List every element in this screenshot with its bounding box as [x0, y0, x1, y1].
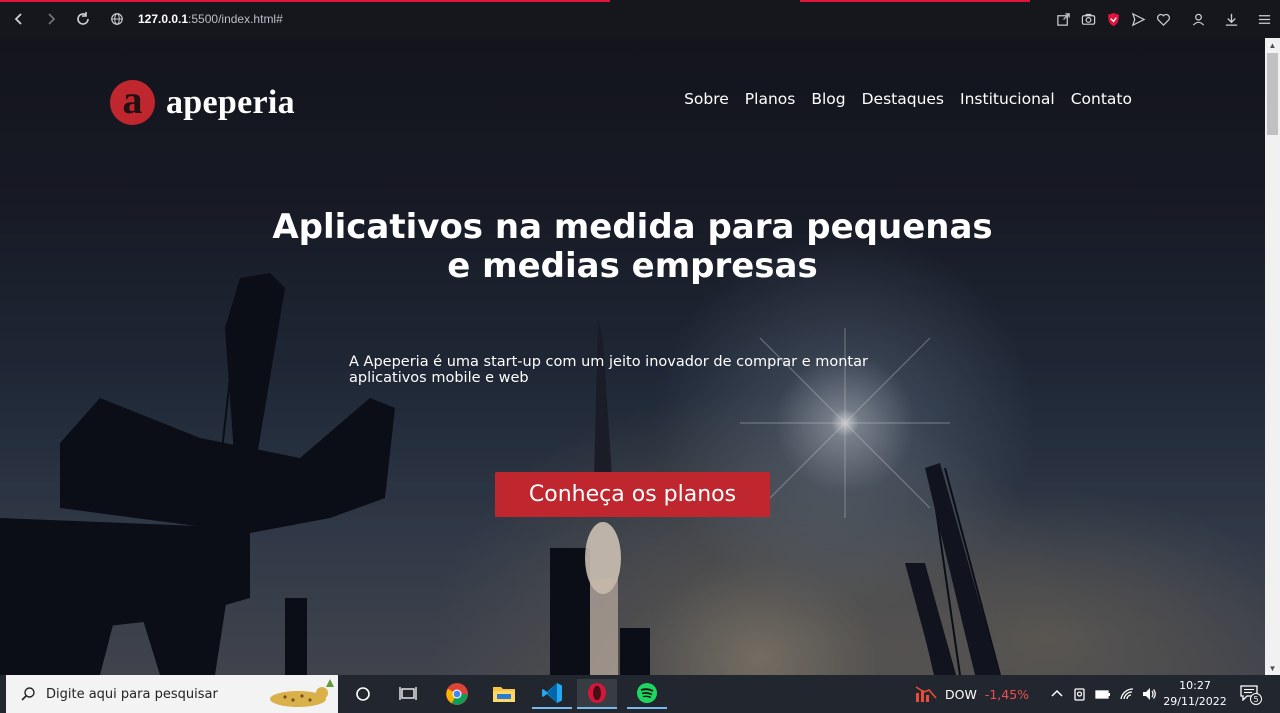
chevron-up-icon[interactable] — [1049, 686, 1065, 702]
address-bar[interactable]: 127.0.0.1:5500/index.html# — [110, 12, 283, 26]
send-icon[interactable] — [1130, 11, 1146, 27]
notification-count: 5 — [1250, 693, 1262, 705]
meet-now-icon[interactable] — [1072, 686, 1088, 702]
reload-icon[interactable] — [72, 8, 94, 30]
main-nav: Sobre Planos Blog Destaques Instituciona… — [684, 90, 1132, 108]
scroll-down-icon[interactable]: ▼ — [1265, 661, 1280, 675]
scroll-up-icon[interactable]: ▲ — [1265, 38, 1280, 52]
cortana-icon[interactable] — [343, 679, 383, 709]
clock-time: 10:27 — [1179, 679, 1211, 692]
taskbar-search[interactable]: Digite aqui para pesquisar — [6, 675, 338, 713]
browser-toolbar: 127.0.0.1:5500/index.html# — [0, 0, 1280, 38]
search-placeholder: Digite aqui para pesquisar — [46, 686, 218, 702]
forward-icon[interactable] — [40, 8, 62, 30]
nav-planos[interactable]: Planos — [745, 90, 796, 108]
loading-indicator-2 — [800, 0, 1030, 2]
stock-chart-icon — [915, 686, 937, 702]
hero-subtitle: A Apeperia é uma start-up com um jeito i… — [349, 354, 889, 386]
stock-label: DOW — [945, 686, 977, 702]
vscode-icon[interactable] — [532, 679, 572, 709]
search-highlight-art — [270, 679, 334, 707]
share-icon[interactable] — [1055, 11, 1071, 27]
nav-destaques[interactable]: Destaques — [862, 90, 944, 108]
nav-sobre[interactable]: Sobre — [684, 90, 729, 108]
logo-wordmark: apeperia — [166, 83, 295, 121]
notification-icon[interactable]: 5 — [1240, 685, 1262, 705]
stock-widget[interactable]: DOW -1,45% — [915, 675, 1029, 713]
heart-icon[interactable] — [1155, 11, 1171, 27]
site-logo[interactable]: a apeperia — [110, 79, 295, 125]
hero-title-line2: e medias empresas — [447, 246, 818, 286]
scroll-thumb[interactable] — [1267, 53, 1278, 135]
chrome-icon[interactable] — [437, 679, 477, 709]
hero-subtitle-line2: aplicativos mobile e web — [349, 370, 529, 386]
back-icon[interactable] — [8, 8, 30, 30]
camera-icon[interactable] — [1080, 11, 1096, 27]
opera-icon[interactable] — [577, 679, 617, 709]
shield-icon[interactable] — [1105, 11, 1121, 27]
volume-icon[interactable] — [1141, 686, 1157, 702]
menu-icon[interactable] — [1256, 11, 1272, 27]
url-host: 127.0.0.1 — [138, 12, 189, 26]
stock-change: -1,45% — [984, 686, 1030, 702]
spotify-icon[interactable] — [627, 679, 667, 709]
search-icon — [21, 687, 35, 701]
logo-mark: a — [110, 79, 155, 125]
nav-blog[interactable]: Blog — [811, 90, 845, 108]
page-scrollbar[interactable]: ▲ ▼ — [1265, 38, 1280, 675]
battery-icon[interactable] — [1095, 686, 1111, 702]
system-clock[interactable]: 10:27 29/11/2022 — [1163, 678, 1227, 710]
loading-indicator — [0, 0, 610, 2]
globe-icon — [111, 13, 123, 25]
profile-icon[interactable] — [1190, 11, 1206, 27]
download-icon[interactable] — [1223, 11, 1239, 27]
file-explorer-icon[interactable] — [484, 679, 524, 709]
nav-institucional[interactable]: Institucional — [960, 90, 1055, 108]
hero-title-line1: Aplicativos na medida para pequenas — [272, 207, 993, 247]
cta-plans-button[interactable]: Conheça os planos — [495, 472, 770, 517]
wifi-icon[interactable] — [1119, 686, 1135, 702]
nav-contato[interactable]: Contato — [1071, 90, 1132, 108]
hero-subtitle-line1: A Apeperia é uma start-up com um jeito i… — [349, 354, 868, 370]
clock-date: 29/11/2022 — [1163, 695, 1227, 708]
hero-title: Aplicativos na medida para pequenas e me… — [0, 208, 1265, 286]
page-viewport: a apeperia Sobre Planos Blog Destaques I… — [0, 38, 1265, 675]
windows-taskbar: Digite aqui para pesquisar DOW -1,45% 10… — [0, 675, 1280, 713]
url-path: :5500/index.html# — [188, 12, 283, 26]
task-view-icon[interactable] — [388, 679, 428, 709]
